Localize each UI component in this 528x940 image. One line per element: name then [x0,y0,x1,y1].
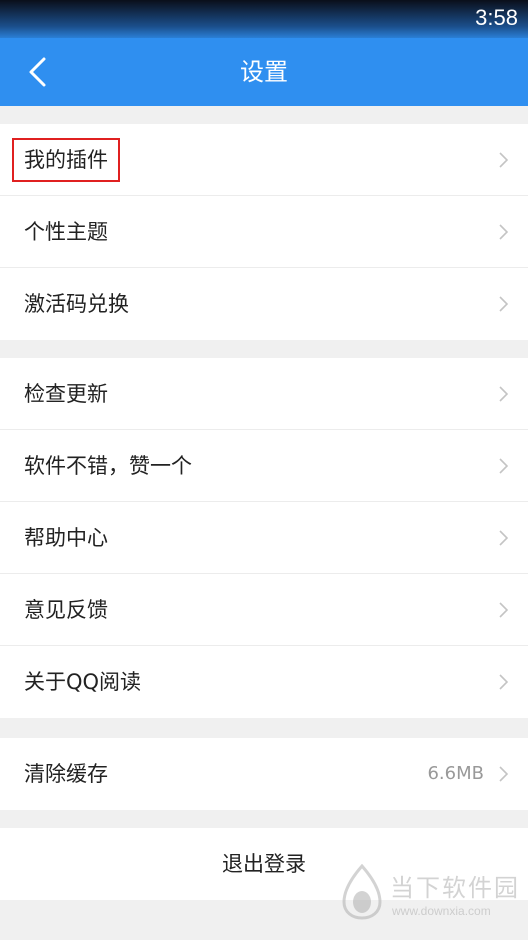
page-title: 设置 [240,58,288,86]
watermark: 当下软件园 www.downxia.com [340,862,528,932]
settings-item-help-center[interactable]: 帮助中心 [0,502,528,574]
settings-group-plugins: 我的插件 个性主题 激活码兑换 [0,124,528,340]
watermark-url: www.downxia.com [392,904,491,918]
settings-item-label: 我的插件 [12,138,120,182]
settings-item-label: 清除缓存 [24,762,108,786]
chevron-right-icon [499,458,508,474]
chevron-right-icon [499,386,508,402]
watermark-logo-icon [342,864,382,920]
settings-item-label: 关于QQ阅读 [24,670,142,694]
chevron-right-icon [499,224,508,240]
status-bar: 3:58 [0,0,528,38]
chevron-right-icon [499,602,508,618]
settings-item-check-update[interactable]: 检查更新 [0,358,528,430]
chevron-right-icon [499,152,508,168]
chevron-right-icon [499,766,508,782]
settings-item-label: 个性主题 [24,220,108,244]
settings-item-rate-app[interactable]: 软件不错，赞一个 [0,430,528,502]
settings-item-label: 激活码兑换 [24,292,129,316]
status-time: 3:58 [475,5,518,30]
settings-item-about[interactable]: 关于QQ阅读 [0,646,528,718]
settings-item-label: 软件不错，赞一个 [24,454,192,478]
watermark-name: 当下软件园 [390,874,520,902]
chevron-right-icon [499,296,508,312]
chevron-right-icon [499,530,508,546]
settings-item-theme[interactable]: 个性主题 [0,196,528,268]
settings-item-label: 意见反馈 [24,598,108,622]
settings-item-feedback[interactable]: 意见反馈 [0,574,528,646]
chevron-right-icon [499,674,508,690]
cache-size-value: 6.6MB [427,763,484,784]
settings-group-about: 检查更新 软件不错，赞一个 帮助中心 意见反馈 关于QQ阅读 [0,358,528,718]
settings-item-label: 帮助中心 [24,526,108,550]
app-bar: 设置 [0,38,528,106]
settings-item-clear-cache[interactable]: 清除缓存 6.6MB [0,738,528,810]
settings-item-my-plugins[interactable]: 我的插件 [0,124,528,196]
settings-item-activation-code[interactable]: 激活码兑换 [0,268,528,340]
settings-group-cache: 清除缓存 6.6MB [0,738,528,810]
settings-item-label: 检查更新 [24,382,108,406]
